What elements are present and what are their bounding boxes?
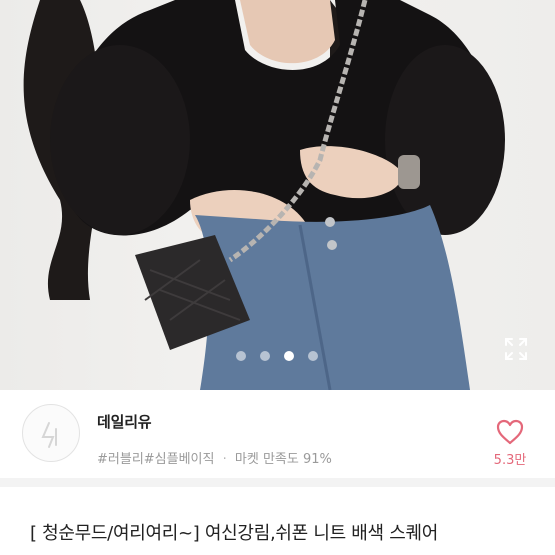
- satisfaction-label: 마켓 만족도: [234, 452, 299, 467]
- carousel-dot[interactable]: [260, 351, 270, 361]
- seller-logo[interactable]: [22, 404, 80, 462]
- like-count: 5.3만: [493, 453, 527, 468]
- seller-logo-icon: [41, 422, 57, 448]
- separator-dot: ·: [222, 452, 227, 467]
- product-title: [ 청순무드/여리여리~] 여신강림,쉬폰 니트 배색 스퀘어: [30, 523, 438, 544]
- carousel-indicator: [0, 351, 555, 363]
- seller-tag: #심플베이직: [143, 452, 215, 467]
- seller-info: 데일리유 #러블리#심플베이직 · 마켓 만족도 91% 5.3만: [0, 390, 555, 478]
- seller-tags: #러블리#심플베이직 · 마켓 만족도 91%: [97, 448, 332, 467]
- carousel-dot-active[interactable]: [284, 351, 294, 361]
- satisfaction-value: 91%: [302, 452, 332, 467]
- product-photo: [23, 0, 505, 390]
- seller-name[interactable]: 데일리유: [97, 411, 152, 432]
- expand-image-button[interactable]: [503, 336, 529, 362]
- product-image[interactable]: [0, 0, 555, 390]
- carousel-dot[interactable]: [308, 351, 318, 361]
- like-button[interactable]: [495, 418, 525, 446]
- carousel-dot[interactable]: [236, 351, 246, 361]
- section-divider: [0, 478, 555, 487]
- expand-arrows-icon: [505, 338, 527, 360]
- seller-tag: #러블리: [97, 452, 144, 467]
- heart-outline-icon: [496, 419, 524, 445]
